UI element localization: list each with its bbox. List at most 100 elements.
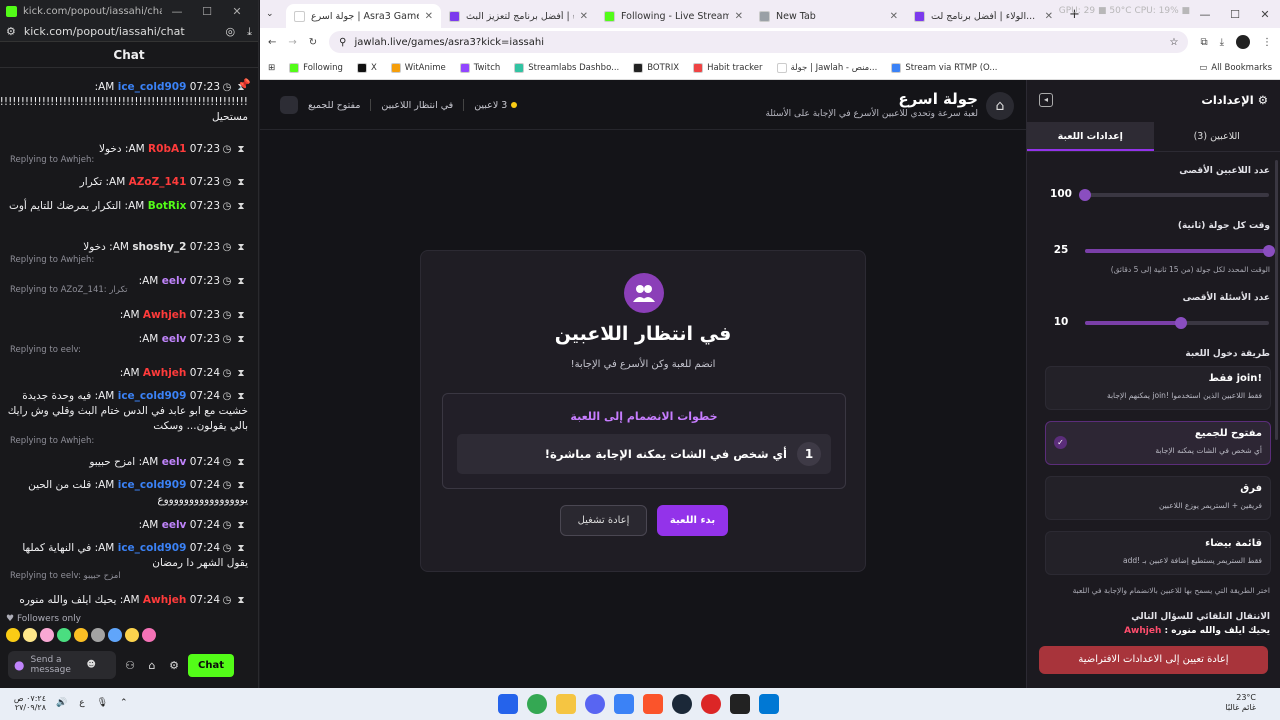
hourglass-icon[interactable]: ⧗	[234, 175, 248, 190]
hourglass-icon[interactable]: ⧗	[234, 274, 248, 289]
chat-message[interactable]: ⧗◷07:24 AM ice_cold909: قلت من الحين يوو…	[6, 478, 248, 508]
message-username[interactable]: ice_cold909	[118, 479, 187, 491]
chat-message[interactable]: ⧗◷07:24 AM Awhjeh: يحيك ايلف والله منوره	[6, 593, 248, 608]
users-icon[interactable]: ⚇	[122, 659, 138, 672]
hourglass-icon[interactable]: ⧗	[234, 541, 248, 556]
hourglass-icon[interactable]: ⧗	[234, 389, 248, 404]
steam-icon[interactable]	[672, 694, 692, 714]
app-icon[interactable]	[701, 694, 721, 714]
weather-widget[interactable]: 23°C غائم غالبًا	[1225, 693, 1256, 713]
hourglass-icon[interactable]: ⧗	[234, 240, 248, 255]
browser-tab[interactable]: Following - Live Streams on Ki ✕	[596, 4, 751, 28]
minimize-icon[interactable]: —	[1190, 8, 1220, 21]
chat-send-button[interactable]: Chat	[188, 653, 234, 677]
close-tab-icon[interactable]: ✕	[1045, 11, 1053, 22]
forward-icon[interactable]: →	[288, 37, 296, 48]
chat-message[interactable]: ⧗◷07:23 AM AZoZ_141: تكرار	[6, 175, 248, 190]
bookmark-item[interactable]: WitAnime	[390, 62, 446, 73]
round-time-slider[interactable]	[1085, 245, 1275, 257]
home-button[interactable]: ⌂	[986, 92, 1014, 120]
chat-message[interactable]: ⧗◷07:23 AM ice_cold909: !!!!!!!!!!!!!!!!…	[0, 80, 248, 125]
chat-message[interactable]: ⧗◷07:23 AM shoshy_2: دخولا	[6, 240, 248, 255]
restart-button[interactable]: إعادة تشغيل	[560, 505, 647, 536]
entry-mode-option[interactable]: مفتوح للجميع أي شخص في الشات يمكنه الإجاب…	[1045, 421, 1271, 465]
emote-icon[interactable]	[125, 628, 139, 642]
speaker-icon[interactable]: 🔊	[56, 698, 67, 708]
close-tab-icon[interactable]: ✕	[735, 11, 743, 22]
hourglass-icon[interactable]: ⧗	[234, 199, 248, 214]
minimize-icon[interactable]: —	[162, 5, 192, 18]
apps-grid-icon[interactable]: ⊞	[268, 63, 275, 73]
tab-game-settings[interactable]: إعدادات اللعبة	[1027, 122, 1154, 151]
message-username[interactable]: Awhjeh	[143, 594, 187, 606]
taskbar-clock[interactable]: ٠٧:٢٤ ص ٢٧/٠٩/٢٨	[10, 694, 46, 712]
browser-tab[interactable]: New Tab ✕	[751, 4, 906, 28]
chat-message[interactable]: ⧗◷07:23 AM Awhjeh:	[6, 308, 248, 323]
bookmark-item[interactable]: جولة | Jawlah - منص...	[776, 62, 877, 73]
chat-message[interactable]: ⧗◷07:24 AM eelv:	[6, 518, 248, 533]
profile-avatar[interactable]	[1236, 35, 1250, 49]
chevron-up-icon[interactable]: ⌃	[120, 698, 128, 708]
message-username[interactable]: Awhjeh	[143, 367, 187, 379]
bookmark-item[interactable]: Streamlabs Dashbo...	[514, 62, 619, 73]
chat-message[interactable]: ⧗◷07:24 AM ice_cold909: فيه وحدة جديدة خ…	[6, 389, 248, 434]
language-icon[interactable]: ع	[79, 698, 84, 708]
slider-thumb[interactable]	[1263, 245, 1275, 257]
download-icon[interactable]: ⤓	[247, 25, 252, 39]
maximize-icon[interactable]: ☐	[1220, 8, 1250, 21]
message-username[interactable]: eelv	[162, 456, 187, 468]
eye-off-icon[interactable]: ◎	[226, 25, 236, 38]
menu-icon[interactable]: ⋮	[1262, 37, 1272, 48]
message-username[interactable]: AZoZ_141	[129, 176, 187, 188]
entry-mode-option[interactable]: !join فقط فقط اللاعبين الذين استخدموا !jo…	[1045, 366, 1271, 410]
hourglass-icon[interactable]: ⧗	[234, 142, 248, 157]
browser-tab[interactable]: جولة اسرع | Asra3 Game ✕	[286, 4, 441, 28]
hourglass-icon[interactable]: ⧗	[234, 478, 248, 493]
hourglass-icon[interactable]: ⧗	[234, 308, 248, 323]
microphone-icon[interactable]: ●	[14, 659, 24, 671]
reset-defaults-button[interactable]: إعادة تعيين إلى الاعدادات الافتراضية	[1039, 646, 1268, 674]
slider-thumb[interactable]	[1174, 317, 1187, 329]
message-username[interactable]: R0bA1	[148, 143, 186, 155]
maximize-icon[interactable]: ☐	[192, 5, 222, 18]
slider-thumb[interactable]	[1079, 189, 1091, 201]
app-icon[interactable]	[498, 694, 518, 714]
browser-tab[interactable]: الولاء | أفضل برنامج لت... ✕	[906, 4, 1061, 28]
max-questions-slider[interactable]	[1085, 317, 1269, 329]
file-explorer-icon[interactable]	[556, 694, 576, 714]
app-icon[interactable]	[730, 694, 750, 714]
hourglass-icon[interactable]: ⧗	[234, 593, 248, 608]
all-bookmarks-button[interactable]: ▭ All Bookmarks	[1199, 63, 1272, 73]
close-icon[interactable]: ✕	[222, 5, 252, 18]
hourglass-icon[interactable]: ⧗	[234, 366, 248, 381]
microphone-icon[interactable]: 🎙	[97, 698, 108, 708]
message-username[interactable]: ice_cold909	[118, 390, 187, 402]
back-icon[interactable]: ←	[268, 37, 276, 48]
site-info-icon[interactable]: ⚲	[339, 37, 346, 48]
close-tab-icon[interactable]: ✕	[425, 11, 433, 22]
tab-players[interactable]: اللاعبين (3)	[1154, 122, 1280, 151]
message-username[interactable]: BotRix	[148, 200, 187, 212]
emote-icon[interactable]	[57, 628, 71, 642]
store-icon[interactable]: ⌂	[144, 659, 160, 672]
message-username[interactable]: ice_cold909	[118, 542, 187, 554]
emote-icon[interactable]	[142, 628, 156, 642]
close-icon[interactable]: ✕	[1250, 8, 1280, 21]
chat-message[interactable]: ⧗◷07:24 AM eelv: امزح حبيبو	[6, 455, 248, 470]
bookmark-item[interactable]: Habit tracker	[693, 62, 763, 73]
brave-icon[interactable]	[643, 694, 663, 714]
bookmark-star-icon[interactable]: ☆	[1169, 37, 1178, 48]
extensions-icon[interactable]: ⧉	[1200, 37, 1207, 48]
chat-message-list[interactable]: ⧗◷07:23 AM ice_cold909: !!!!!!!!!!!!!!!!…	[0, 70, 258, 610]
hourglass-icon[interactable]: ⧗	[234, 332, 248, 347]
settings-scrollbar[interactable]	[1275, 160, 1278, 440]
tab-search-icon[interactable]: ⌄	[266, 9, 286, 19]
max-players-slider[interactable]	[1079, 189, 1269, 201]
close-tab-icon[interactable]: ✕	[890, 11, 898, 22]
emoji-picker-icon[interactable]: ☻	[86, 660, 95, 670]
emote-icon[interactable]	[108, 628, 122, 642]
chat-message[interactable]: ⧗◷07:23 AM BotRix: التكرار يمرضك للتايم …	[6, 199, 248, 214]
bookmark-item[interactable]: Following	[289, 62, 343, 73]
bookmark-item[interactable]: BOTRIX	[633, 62, 679, 73]
browser-tab[interactable]: الولاء | أفضل برنامج لتعزيز البث ✕	[441, 4, 596, 28]
